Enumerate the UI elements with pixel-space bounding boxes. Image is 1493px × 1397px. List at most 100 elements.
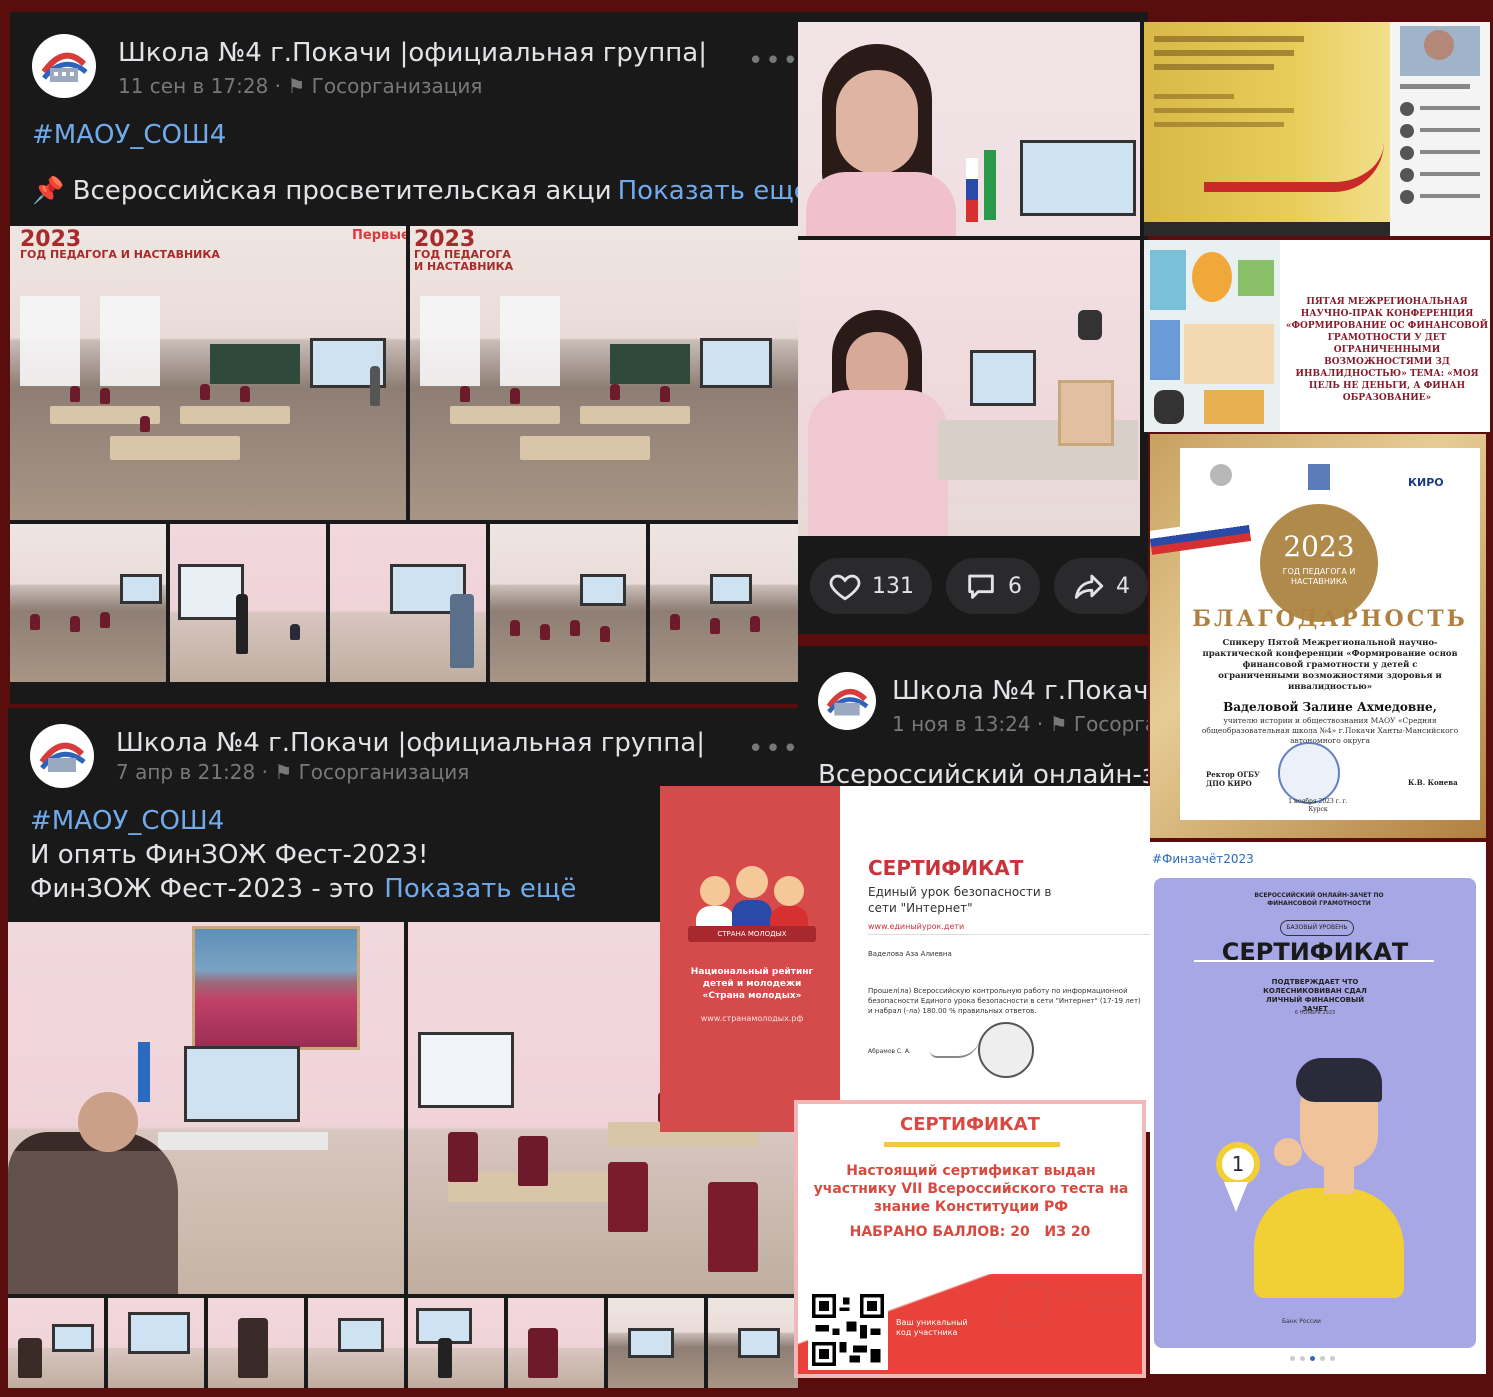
post-meta: 11 сен в 17:28 · ⚑ Госорганизация [118,74,483,98]
share-button[interactable]: 4 [1054,558,1148,614]
group-avatar[interactable] [32,34,96,98]
group-avatar[interactable] [818,672,876,730]
photo-classroom-2[interactable]: 2023 ГОД ПЕДАГОГА И НАСТАВНИКА [410,226,798,520]
group-title[interactable]: Школа №4 г.Покачи |официальная группа| [116,728,705,758]
photo-classroom-1[interactable]: 2023 ГОД ПЕДАГОГА И НАСТАВНИКА Первые [10,226,406,520]
signature-icon [930,1036,980,1058]
recipient-name: Ваделова Аза Алиевна [868,950,952,958]
gratitude-title: БЛАГОДАРНОСТЬ [1192,606,1468,632]
signer-label: Ректор ОГБУ ДПО КИРО [1206,770,1260,788]
share-icon [1074,574,1104,599]
bank-logo: Банк России [1282,1318,1321,1325]
certificate-body: Настоящий сертификат выдан участнику VII… [813,1163,1129,1215]
internet-safety-certificate[interactable]: СТРАНА МОЛОДЫХ Национальный рейтинг дете… [660,786,1150,1132]
school-logo-icon [32,726,92,786]
comment-count: 6 [1008,573,1022,599]
photo-video-call[interactable] [1144,22,1490,236]
gratitude-certificate[interactable]: КИРО 2023 ГОД ПЕДАГОГА И НАСТАВНИКА БЛАГ… [1150,434,1486,838]
certificate-body: Прошел(ла) Всероссийскую контрольную раб… [868,987,1141,1015]
photo-logo: 2023 ГОД ПЕДАГОГА И НАСТАВНИКА [414,227,514,273]
qr-code-icon[interactable] [808,1290,888,1370]
region-logo-icon [1308,464,1330,490]
post-online-test: Школа №4 г.Покачи |о 1 ноя в 13:24 · ⚑ Г… [798,646,1148,786]
emblem-year: 2023 [1283,530,1355,563]
ministry-logo-icon [1210,464,1232,486]
recipient-name: Ваделовой Залине Ахмедовне, [1223,700,1437,714]
post-text-line1: И опять ФинЗОЖ Фест-2023! [30,840,429,870]
heart-icon [829,574,861,601]
certificate-title: СЕРТИФИКАТ [900,1114,1040,1135]
certificate-title: СЕРТИФИКАТ [868,856,1024,880]
medal-icon: 1 [1216,1142,1260,1186]
group-title[interactable]: Школа №4 г.Покачи |официальная группа| [118,38,707,68]
constitution-certificate[interactable]: СЕРТИФИКАТ Настоящий сертификат выдан уч… [794,1100,1146,1378]
org-site: www.странамолодых.рф [700,1014,804,1023]
photo-thumb-4[interactable] [490,524,646,682]
photo-thumb-5[interactable] [408,1298,504,1388]
post-finzozh-top: Школа №4 г.Покачи |официальная группа| 1… [10,12,798,704]
like-button[interactable]: 131 [810,558,932,614]
photo-thumb-4[interactable] [308,1298,404,1388]
recipient-role: учителю истории и обществознания МАОУ «С… [1201,716,1459,745]
signer-name: Ю.А. ШАРКОВИЧ [1056,1290,1135,1300]
post-text-content: 📌 Всероссийская просветительская акци [32,176,612,206]
group-avatar[interactable] [30,724,94,788]
photo-teacher-portrait[interactable] [798,22,1140,236]
post-text: 📌 Всероссийская просветительская акци Пок… [32,176,798,206]
certificate-date: 12.12.2022 [1086,1304,1138,1314]
org-name: Национальный рейтинг детей и молодежи «С… [690,967,814,1001]
photo-computer-student[interactable] [8,922,404,1294]
gratitude-date: 1 ноября 2023 г. г. Курск [1288,798,1348,813]
photo-thumb-7[interactable] [608,1298,704,1388]
photo-thumb-2[interactable] [170,524,326,682]
photo-thumb-1[interactable] [8,1298,104,1388]
hashtag-link[interactable]: #Финзачёт2023 [1152,852,1254,866]
comment-icon [968,574,994,599]
photo-thumb-3[interactable] [330,524,486,682]
photo-thumb-3[interactable] [208,1298,304,1388]
school-logo-icon [34,36,94,96]
participant-code-label: Ваш уникальный код участника [896,1318,968,1337]
carousel-dots[interactable] [1290,1356,1335,1361]
signer-name: К.В. Конева [1408,778,1458,787]
photo-thumb-5[interactable] [650,524,798,682]
seal-icon [1278,742,1340,804]
more-options-icon[interactable]: ••• [748,46,798,76]
photo-brand: Первые [352,228,406,243]
photo-thumb-1[interactable] [10,524,166,682]
signer-name: Абрамов С. А. [868,1048,911,1055]
post-meta: 1 ноя в 13:24 · ⚑ Госоргани [892,712,1148,736]
certificate-date: 6 НОЯБРЯ 2023 [1294,1010,1336,1016]
conference-slide[interactable]: ПЯТАЯ МЕЖРЕГИОНАЛЬНАЯ НАУЧНО-ПРАК КОНФЕР… [1144,240,1490,432]
hashtag-link[interactable]: #МАОУ_СОШ4 [30,806,224,836]
comment-button[interactable]: 6 [946,558,1040,614]
gratitude-body: Спикеру Пятой Межрегиональной научно-пра… [1202,638,1458,692]
more-options-icon[interactable]: ••• [748,734,798,764]
conference-heading: ПЯТАЯ МЕЖРЕГИОНАЛЬНАЯ НАУЧНО-ПРАК КОНФЕР… [1285,297,1489,403]
photo-thumb-2[interactable] [108,1298,204,1388]
certificate-url[interactable]: www.единыйурок.дети [868,922,964,931]
post-text-content: ФинЗОЖ Фест-2023 - это [30,874,375,904]
post-actions: 131 6 4 [810,558,1148,614]
finance-certificate[interactable]: #Финзачёт2023 ВСЕРОССИЙСКИЙ ОНЛАЙН-ЗАЧЕТ… [1150,842,1486,1374]
ribbon-label: СТРАНА МОЛОДЫХ [688,926,816,942]
show-more-link[interactable]: Показать ещё [618,176,798,206]
show-more-link[interactable]: Показать ещё [384,874,576,904]
post-conference: 131 6 4 [798,12,1148,634]
photo-thumb-8[interactable] [708,1298,798,1388]
photo-teacher-desk[interactable] [798,240,1140,536]
emblem-sub: ГОД ПЕДАГОГА И НАСТАВНИКА [1282,567,1356,586]
post-meta: 7 апр в 21:28 · ⚑ Госорганизация [116,760,470,784]
photo-thumb-6[interactable] [508,1298,604,1388]
group-title[interactable]: Школа №4 г.Покачи |о [892,676,1148,706]
like-count: 131 [872,573,914,599]
certificate-subtitle: Единый урок безопасности в сети "Интерне… [868,885,1052,915]
signature-icon [1004,1284,1048,1328]
stamp-icon [978,1022,1034,1078]
school-logo-icon [819,673,875,729]
hashtag-link[interactable]: #МАОУ_СОШ4 [32,120,226,150]
year-emblem: 2023 ГОД ПЕДАГОГА И НАСТАВНИКА [1260,504,1378,622]
photo-logo: 2023 ГОД ПЕДАГОГА И НАСТАВНИКА [20,227,220,261]
certificate-body: ПОДТВЕРЖДАЕТ ЧТО КОЛЕСНИКОВИВАН СДАЛ ЛИЧ… [1263,978,1367,1013]
post-text-line2: ФинЗОЖ Фест-2023 - это Показать ещё [30,874,576,904]
